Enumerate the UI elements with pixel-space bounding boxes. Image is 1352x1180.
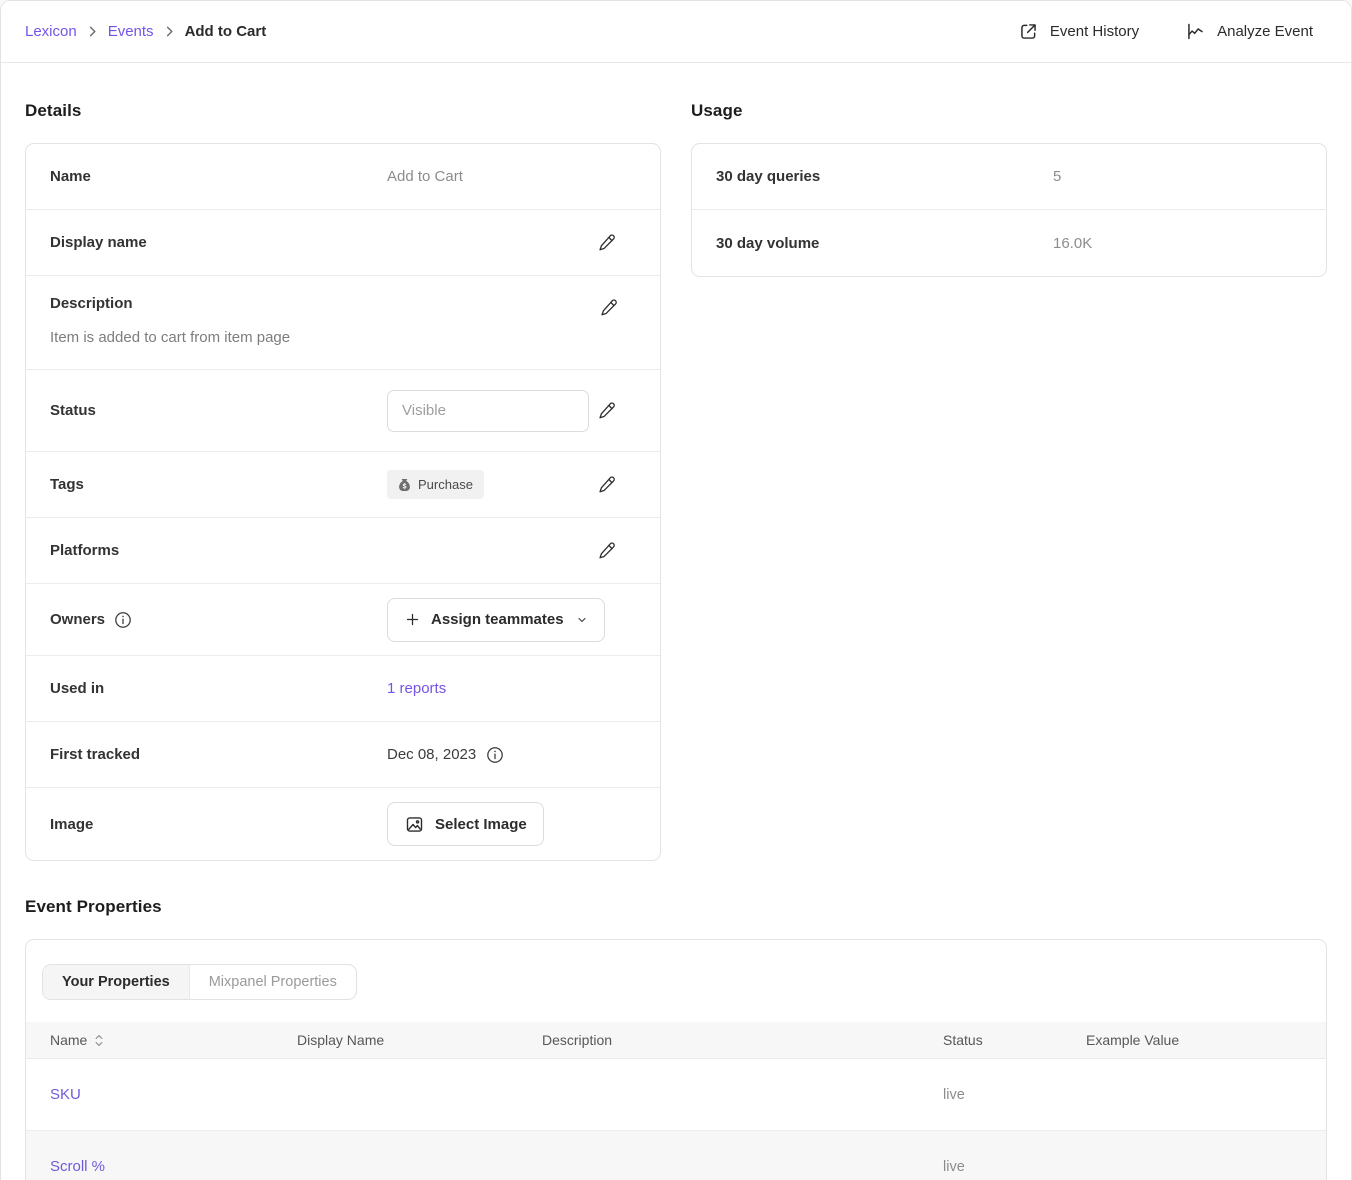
pencil-icon [597, 474, 618, 495]
breadcrumb-lexicon[interactable]: Lexicon [25, 23, 77, 40]
breadcrumb-current-event: Add to Cart [185, 23, 267, 40]
assign-teammates-label: Assign teammates [431, 611, 564, 628]
volume-label: 30 day volume [716, 235, 1053, 252]
assign-teammates-button[interactable]: Assign teammates [387, 598, 605, 642]
detail-row-image: Image Select Image [26, 788, 660, 860]
breadcrumb-events[interactable]: Events [108, 23, 154, 40]
properties-table: Name Display Name Description Status Exa… [26, 1022, 1326, 1180]
edit-tags-button[interactable] [595, 472, 620, 497]
chevron-down-icon [576, 614, 588, 626]
lexicon-event-detail-page: Lexicon Events Add to Cart Event History [0, 0, 1352, 1180]
detail-row-display-name: Display name [26, 210, 660, 276]
select-image-label: Select Image [435, 816, 527, 833]
display-name-label: Display name [50, 234, 387, 251]
queries-label: 30 day queries [716, 168, 1053, 185]
detail-row-name: Name Add to Cart [26, 144, 660, 210]
column-header-status: Status [943, 1032, 1086, 1048]
info-icon[interactable] [486, 746, 504, 764]
event-history-button[interactable]: Event History [1018, 21, 1139, 42]
platforms-label: Platforms [50, 542, 387, 559]
usage-row-queries: 30 day queries 5 [692, 144, 1326, 210]
column-header-name[interactable]: Name [26, 1032, 297, 1048]
event-properties-section: Event Properties Your Properties Mixpane… [25, 897, 1327, 1180]
pencil-icon [597, 400, 618, 421]
property-link-sku[interactable]: SKU [50, 1086, 81, 1103]
scroll-status: live [943, 1159, 1086, 1175]
plus-icon [404, 611, 421, 628]
queries-value: 5 [1053, 168, 1061, 185]
description-label: Description [50, 295, 387, 312]
property-row-scroll[interactable]: Scroll % live [26, 1131, 1326, 1180]
sku-status: live [943, 1087, 1086, 1103]
detail-row-platforms: Platforms [26, 518, 660, 584]
used-in-label: Used in [50, 680, 387, 697]
name-value: Add to Cart [387, 168, 463, 185]
chevron-right-icon [88, 26, 97, 37]
tag-label: Purchase [418, 477, 473, 492]
main-content: Details Name Add to Cart Display name [1, 63, 1351, 1180]
name-label: Name [50, 168, 387, 185]
details-title: Details [25, 101, 661, 121]
image-icon [404, 814, 425, 835]
property-link-scroll[interactable]: Scroll % [50, 1158, 105, 1175]
top-bar: Lexicon Events Add to Cart Event History [1, 1, 1351, 63]
svg-text:$: $ [403, 483, 407, 490]
volume-value: 16.0K [1053, 235, 1092, 252]
edit-platforms-button[interactable] [595, 538, 620, 563]
tab-your-properties[interactable]: Your Properties [43, 965, 190, 999]
analyze-event-button[interactable]: Analyze Event [1185, 21, 1313, 42]
detail-row-status: Status [26, 370, 660, 452]
event-history-label: Event History [1050, 23, 1139, 40]
line-chart-icon [1185, 21, 1206, 42]
detail-row-tags: Tags $ Purchase [26, 452, 660, 518]
edit-description-button[interactable] [597, 295, 622, 320]
event-properties-title: Event Properties [25, 897, 1327, 917]
info-icon[interactable] [114, 611, 132, 629]
tags-label: Tags [50, 476, 387, 493]
chevron-right-icon [165, 26, 174, 37]
tag-purchase[interactable]: $ Purchase [387, 470, 484, 499]
usage-title: Usage [691, 101, 1327, 121]
first-tracked-value: Dec 08, 2023 [387, 746, 476, 763]
pencil-icon [597, 540, 618, 561]
properties-tabs: Your Properties Mixpanel Properties [42, 964, 357, 1000]
image-label: Image [50, 816, 387, 833]
select-image-button[interactable]: Select Image [387, 802, 544, 846]
edit-status-button[interactable] [595, 398, 620, 423]
details-card: Name Add to Cart Display name [25, 143, 661, 861]
pencil-icon [599, 297, 620, 318]
tab-mixpanel-properties[interactable]: Mixpanel Properties [190, 965, 356, 999]
status-label: Status [50, 402, 387, 419]
money-bag-icon: $ [398, 478, 411, 492]
sort-icon [94, 1034, 104, 1047]
edit-display-name-button[interactable] [595, 230, 620, 255]
detail-row-owners: Owners Assign teammates [26, 584, 660, 656]
usage-row-volume: 30 day volume 16.0K [692, 210, 1326, 276]
detail-row-used-in: Used in 1 reports [26, 656, 660, 722]
column-header-example-value: Example Value [1086, 1032, 1326, 1048]
detail-row-first-tracked: First tracked Dec 08, 2023 [26, 722, 660, 788]
details-section: Details Name Add to Cart Display name [25, 101, 661, 861]
description-value: Item is added to cart from item page [50, 329, 636, 346]
breadcrumb: Lexicon Events Add to Cart [25, 23, 266, 40]
name-column-label: Name [50, 1032, 87, 1048]
status-input[interactable] [387, 390, 589, 432]
external-link-icon [1018, 21, 1039, 42]
properties-table-header: Name Display Name Description Status Exa… [26, 1022, 1326, 1059]
column-header-description: Description [542, 1032, 943, 1048]
usage-section: Usage 30 day queries 5 30 day volume 16.… [691, 101, 1327, 277]
header-actions: Event History Analyze Event [1018, 21, 1313, 42]
usage-card: 30 day queries 5 30 day volume 16.0K [691, 143, 1327, 277]
event-properties-card: Your Properties Mixpanel Properties Name… [25, 939, 1327, 1180]
property-row-sku[interactable]: SKU live [26, 1059, 1326, 1131]
pencil-icon [597, 232, 618, 253]
used-in-reports-link[interactable]: 1 reports [387, 680, 446, 697]
owners-label: Owners [50, 611, 105, 628]
first-tracked-label: First tracked [50, 746, 387, 763]
detail-row-description: Description Item is added to cart from i… [26, 276, 660, 370]
analyze-event-label: Analyze Event [1217, 23, 1313, 40]
column-header-display-name: Display Name [297, 1032, 542, 1048]
